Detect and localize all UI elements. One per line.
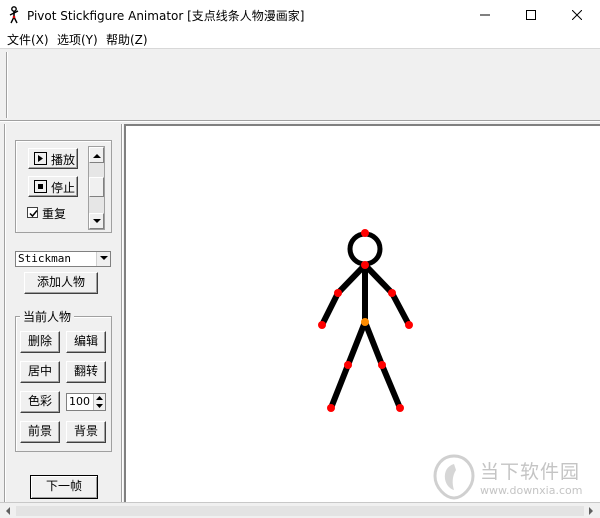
current-figure-title: 当前人物 [20,308,75,325]
joint-handle[interactable] [318,321,326,329]
stickfigure-right-upper-arm [362,262,395,296]
chevron-down-icon [93,219,101,223]
watermark: 当下软件园 www.downxia.com [432,454,600,504]
maximize-icon [526,10,536,20]
speed-slider-thumb[interactable] [89,177,104,197]
close-button[interactable] [554,0,600,30]
chevron-left-icon [6,507,10,515]
divider [0,120,600,122]
watermark-url: www.downxia.com [480,484,583,497]
stickfigure-app-icon [7,6,21,24]
joint-handle[interactable] [334,289,342,297]
stickfigure-left-thigh [345,319,368,368]
stickfigure-right-forearm [389,290,412,328]
stop-icon [34,180,47,193]
divider [4,124,6,502]
send-back-button[interactable]: 背景 [66,421,106,443]
scroll-right-button[interactable] [584,506,600,516]
spin-up-button[interactable] [93,394,105,402]
stickfigure-left-forearm [319,290,341,328]
scroll-up-button[interactable] [89,147,104,163]
opacity-value: 100 [69,395,90,408]
minimize-icon [480,14,490,16]
stickfigure-head [347,231,383,267]
joint-handle[interactable] [388,289,396,297]
joint-handle[interactable] [361,261,369,269]
color-button[interactable]: 色彩 [20,391,60,413]
play-label: 播放 [51,153,76,167]
scroll-down-button[interactable] [89,213,104,229]
watermark-brand: 当下软件园 [480,461,581,483]
edit-button[interactable]: 编辑 [66,331,106,353]
joint-handle[interactable] [327,404,335,412]
maximize-button[interactable] [508,0,554,30]
center-button[interactable]: 居中 [20,361,60,383]
minimize-button[interactable] [462,0,508,30]
next-frame-button[interactable]: 下一帧 [30,475,98,499]
stickfigure-left-shin [328,362,351,411]
loop-label: 重复 [42,207,67,221]
origin-handle[interactable] [361,318,369,326]
play-icon [34,152,47,165]
stickfigure[interactable] [318,229,413,412]
delete-button[interactable]: 删除 [20,331,60,353]
frame-strip [0,48,600,120]
scroll-left-button[interactable] [0,506,16,516]
title-bar: Pivot Stickfigure Animator [支点线条人物漫画家] [0,0,600,30]
joint-handle[interactable] [344,361,352,369]
add-figure-button[interactable]: 添加人物 [24,272,98,294]
stickfigure-right-thigh [362,319,385,368]
stickfigure-right-shin [379,362,403,411]
joint-handle[interactable] [378,361,386,369]
opacity-spinner[interactable]: 100 [66,393,106,411]
loop-checkbox[interactable] [27,207,38,218]
chevron-right-icon [589,507,593,515]
checkmark-icon [29,210,38,218]
spin-down-button[interactable] [93,402,105,410]
menu-help[interactable]: 帮助(Z) [106,31,148,48]
bring-front-button[interactable]: 前景 [20,421,60,443]
play-button[interactable]: 播放 [28,148,78,169]
joint-handle[interactable] [361,229,369,237]
chevron-down-icon [96,404,103,408]
horizontal-scrollbar[interactable] [0,502,600,518]
chevron-up-icon [93,154,101,158]
scrollbar-thumb[interactable] [16,506,584,516]
drawing-canvas[interactable]: 当下软件园 www.downxia.com [124,124,600,502]
dropdown-arrow-icon[interactable] [96,252,110,266]
figure-type-value: Stickman [18,252,71,265]
panel-divider [121,124,123,502]
menu-file[interactable]: 文件(X) [7,31,49,48]
flip-button[interactable]: 翻转 [66,361,106,383]
stickfigure-stage[interactable] [126,126,600,502]
menu-options[interactable]: 选项(Y) [57,31,98,48]
joint-handle[interactable] [396,404,404,412]
speed-slider[interactable] [88,146,105,230]
close-icon [572,10,582,20]
window-title: Pivot Stickfigure Animator [支点线条人物漫画家] [27,9,305,23]
watermark-logo-icon [433,454,475,500]
joint-handle[interactable] [405,321,413,329]
figure-type-select[interactable]: Stickman [15,251,111,267]
frame-strip-grip[interactable] [6,52,8,118]
chevron-up-icon [96,396,103,400]
stop-label: 停止 [51,181,76,195]
stop-button[interactable]: 停止 [28,176,78,197]
stickfigure-left-upper-arm [335,262,368,296]
menu-bar: 文件(X) 选项(Y) 帮助(Z) [0,30,600,48]
